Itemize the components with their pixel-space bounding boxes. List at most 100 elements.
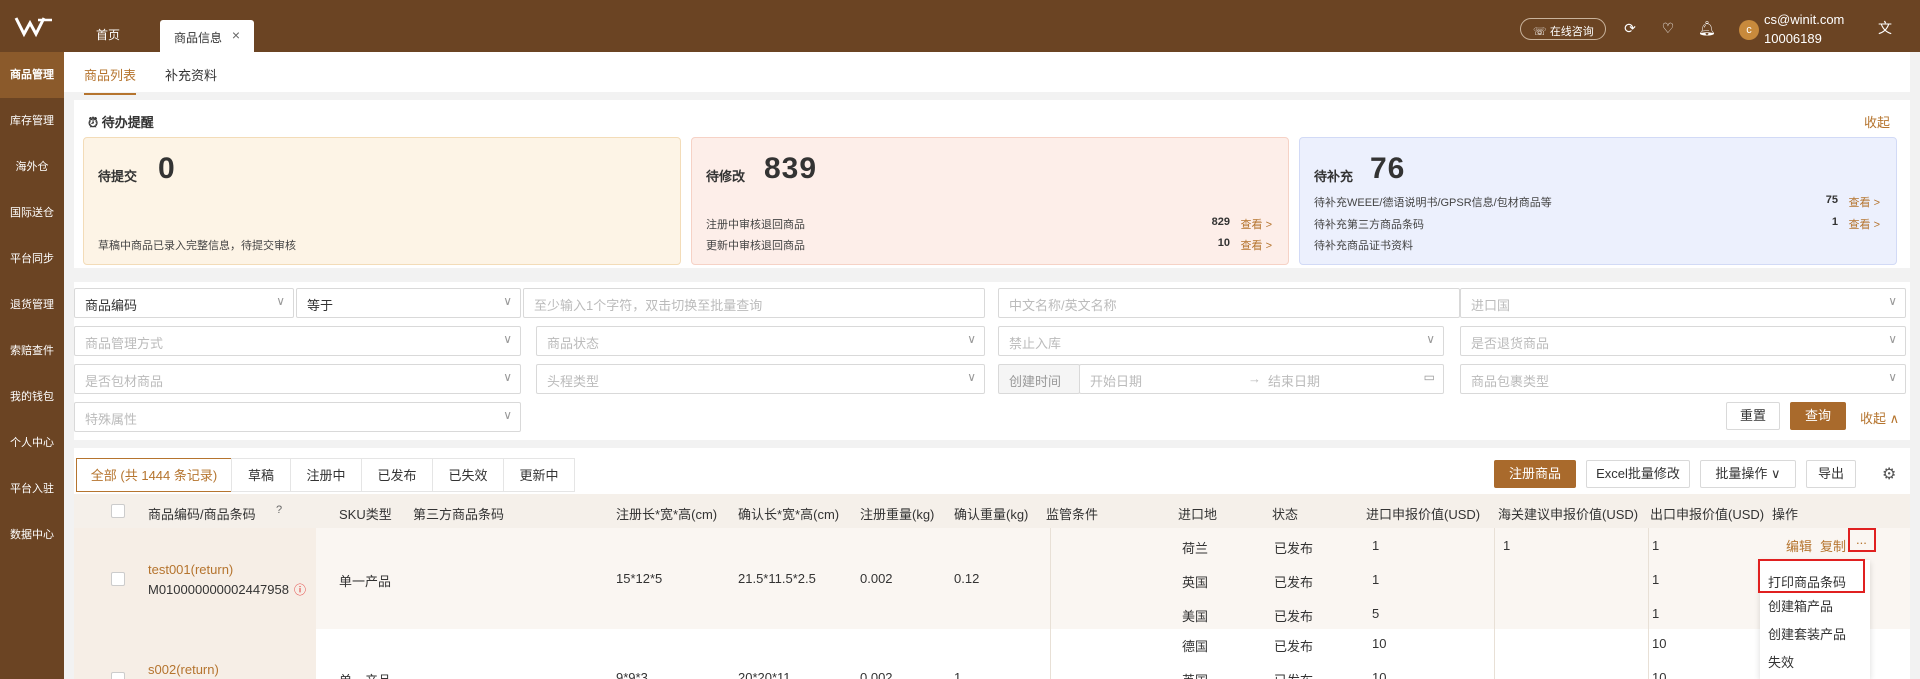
card-label: 待提交 [98,169,138,184]
export-value: 1 [1652,572,1660,587]
menu-item-create-box[interactable]: 创建箱产品 [1768,596,1833,615]
chevron-down-icon: ∨ [276,294,285,308]
chevron-down-icon: ∨ [1888,370,1897,384]
reg-weight: 0.002 [860,670,893,679]
product-code-link[interactable]: test001(return) [148,562,233,577]
sidebar-item-claims[interactable]: 索赔查件 [0,328,64,374]
import-value: 1 [1372,572,1380,587]
tab-supplement[interactable]: 补充资料 [165,65,217,84]
tab-home[interactable]: 首页 [96,26,120,43]
row-checkbox[interactable] [111,672,125,679]
close-icon[interactable]: × [232,27,240,43]
sidebar-item-intl-delivery[interactable]: 国际送仓 [0,190,64,236]
import-country-select[interactable]: 进口国 ∨ [1460,288,1906,318]
manage-mode-select[interactable]: 商品管理方式 ∨ [74,326,521,356]
package-type-select[interactable]: 商品包裹类型 ∨ [1460,364,1906,394]
return-goods-select[interactable]: 是否退货商品 ∨ [1460,326,1906,356]
special-select[interactable]: 特殊属性 ∨ [74,402,521,432]
divider [1050,528,1051,679]
tab-invalid[interactable]: 已失效 [432,458,504,492]
online-consult-button[interactable]: ☏ 在线咨询 [1520,18,1606,40]
tab-published[interactable]: 已发布 [361,458,433,492]
import-value: 10 [1372,636,1387,651]
export-button[interactable]: 导出 [1806,460,1856,488]
name-input[interactable]: 中文名称/英文名称 [998,288,1460,318]
translate-icon[interactable]: 文 [1877,20,1893,36]
export-value: 10 [1652,670,1667,679]
collapse-link[interactable]: 收起 [1864,112,1890,131]
help-icon[interactable]: ? [276,504,282,516]
sidebar-item-personal[interactable]: 个人中心 [0,420,64,466]
sidebar-item-platform-sync[interactable]: 平台同步 [0,236,64,282]
card-line: 更新中审核退回商品 [706,240,805,252]
filter-panel: 商品编码 ∨ 等于 ∨ 至少输入1个字符，双击切换至批量查询 中文名称/英文名称 进… [74,282,1910,440]
select-placeholder: 进口国 [1471,298,1511,313]
chevron-down-icon: ∨ [1888,294,1897,308]
user-email[interactable]: cs@winit.com [1764,12,1844,27]
tab-updating[interactable]: 更新中 [503,458,575,492]
reset-button[interactable]: 重置 [1726,402,1780,430]
todo-card-submit[interactable]: 待提交 0 草稿中商品已录入完整信息，待提交审核 [83,137,681,265]
bell-icon[interactable]: 🔔︎ [1698,20,1716,36]
end-date: 结束日期 [1268,374,1321,389]
excel-batch-button[interactable]: Excel批量修改 [1586,460,1690,488]
view-link[interactable]: 查看 > [1241,216,1272,232]
packaging-select[interactable]: 是否包材商品 ∨ [74,364,521,394]
query-button[interactable]: 查询 [1790,402,1846,430]
menu-item-invalidate[interactable]: 失效 [1768,652,1794,671]
view-link[interactable]: 查看 > [1849,216,1880,232]
calendar-icon: ▭ [1423,370,1435,384]
forbid-select[interactable]: 禁止入库 ∨ [998,326,1444,356]
conf-dims: 20*20*11 [738,670,791,679]
register-product-button[interactable]: 注册商品 [1494,460,1576,488]
chevron-down-icon: ∨ [503,332,512,346]
batch-operation-button[interactable]: 批量操作 ∨ [1700,460,1796,488]
status-select[interactable]: 商品状态 ∨ [536,326,985,356]
status: 已发布 [1274,670,1313,679]
winit-logo-icon[interactable] [14,14,54,38]
col-reg-weight: 注册重量(kg) [860,507,935,522]
view-link[interactable]: 查看 > [1849,194,1880,210]
search-input[interactable]: 至少输入1个字符，双击切换至批量查询 [523,288,985,318]
view-link[interactable]: 查看 > [1241,237,1272,253]
sidebar-item-platform-join[interactable]: 平台入驻 [0,466,64,512]
settings-gear-icon[interactable]: ⚙ [1882,464,1896,484]
status: 已发布 [1274,575,1314,590]
tab-product-info[interactable]: 商品信息 × [160,20,254,52]
row-checkbox[interactable] [111,572,125,586]
todo-card-supplement[interactable]: 待补充 76 待补充WEEE/德语说明书/GPSR信息/包材商品等 75 查看 … [1299,137,1897,265]
product-code-link[interactable]: s002(return) [148,662,219,677]
date-range-picker[interactable]: 开始日期 → 结束日期 ▭ [1079,364,1444,394]
select-all-checkbox[interactable] [111,504,125,518]
table-row [316,528,1910,629]
avatar[interactable]: c [1739,20,1759,40]
col-import-value: 进口申报价值(USD) [1366,507,1481,522]
chevron-down-icon: ∨ [1888,332,1897,346]
select-value: 等于 [307,298,334,313]
sidebar-item-overseas[interactable]: 海外仓 [0,144,64,190]
refresh-icon[interactable]: ⟳ [1622,20,1638,36]
sidebar-item-returns[interactable]: 退货管理 [0,282,64,328]
sidebar-item-product[interactable]: 商品管理 [0,52,64,98]
tab-product-list[interactable]: 商品列表 [84,65,137,95]
copy-link[interactable]: 复制 [1820,536,1846,555]
first-leg-select[interactable]: 头程类型 ∨ [536,364,985,394]
menu-item-create-kit[interactable]: 创建套装产品 [1768,624,1846,643]
todo-title-text: 待办提醒 [101,115,154,130]
collapse-filters-link[interactable]: 收起 ∧ [1860,408,1899,427]
col-customs-value: 海关建议申报价值(USD) [1498,507,1639,522]
code-type-select[interactable]: 商品编码 ∨ [74,288,294,318]
shield-icon[interactable]: ♡ [1660,20,1676,36]
match-select[interactable]: 等于 ∨ [296,288,521,318]
sidebar-item-inventory[interactable]: 库存管理 [0,98,64,144]
col-reg-dims: 注册长*宽*高(cm) [616,507,718,522]
warning-icon[interactable]: ⓘ [294,581,306,598]
tab-registering[interactable]: 注册中 [290,458,362,492]
tab-all[interactable]: 全部 (共 1444 条记录) [76,458,232,492]
sidebar-item-data[interactable]: 数据中心 [0,512,64,558]
todo-card-modify[interactable]: 待修改 839 注册中审核退回商品 829 查看 > 更新中审核退回商品 10 … [691,137,1289,265]
tab-draft[interactable]: 草稿 [231,458,291,492]
edit-link[interactable]: 编辑 [1786,536,1812,555]
sidebar-item-wallet[interactable]: 我的钱包 [0,374,64,420]
chevron-down-icon: ∨ [503,294,512,308]
